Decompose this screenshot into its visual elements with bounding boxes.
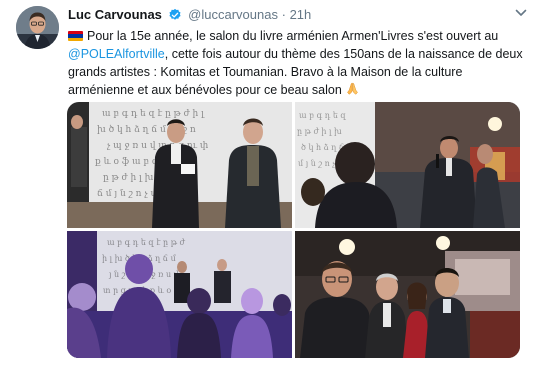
svg-text:ծ կ հ ձ ղ ճ: ծ կ հ ձ ղ ճ [301, 143, 344, 152]
verified-badge-icon [168, 8, 182, 27]
tweet[interactable]: Luc Carvounas @luccarvounas · 21h Pour l… [0, 0, 534, 370]
media-photo-4[interactable] [295, 231, 520, 358]
media-grid: ա բ գ դ ե զ է ը թ ժ ի լ խ ծ կ հ ձ ղ ճ մ … [67, 102, 520, 358]
chevron-down-icon[interactable] [514, 6, 528, 20]
tweet-timestamp[interactable]: 21h [290, 7, 312, 22]
media-photo-1[interactable]: ա բ գ դ ե զ է ը թ ժ ի լ խ ծ կ հ ձ ղ ճ մ … [67, 102, 292, 228]
media-photo-2[interactable]: ա բ գ դ ե զ ը թ ժ ի լ խ ծ կ հ ձ ղ ճ մ յ … [295, 102, 520, 228]
svg-text:ը թ ժ ի լ խ: ը թ ժ ի լ խ [297, 127, 342, 136]
user-handle[interactable]: @luccarvounas [188, 7, 278, 22]
tweet-text: Pour la 15e année, le salon du livre arm… [68, 27, 526, 101]
svg-text:ա բ գ դ ե զ է ը թ ժ: ա բ գ դ ե զ է ը թ ժ [107, 238, 186, 247]
header-separator: · [281, 7, 286, 22]
svg-text:ա բ գ դ ե զ: ա բ գ դ ե զ [299, 111, 346, 120]
svg-text:ա բ գ դ ե զ է ը թ ժ ի լ: ա բ գ դ ե զ է ը թ ժ ի լ [102, 109, 205, 119]
tweet-header: Luc Carvounas @luccarvounas · 21h [68, 6, 524, 24]
armenia-flag-emoji [68, 31, 83, 41]
folded-hands-emoji [345, 81, 360, 101]
svg-text:մ յ ն շ ո չ: մ յ ն շ ո չ [298, 159, 335, 168]
display-name[interactable]: Luc Carvounas [68, 7, 162, 22]
tweet-text-part1: Pour la 15e année, le salon du livre arm… [87, 29, 499, 43]
mention-link[interactable]: @POLEAlfortville [68, 47, 165, 61]
media-photo-3[interactable]: ա բ գ դ ե զ է ը թ ժ ի լ խ ծ կ հ ձ ղ ճ մ … [67, 231, 292, 358]
avatar[interactable] [16, 6, 59, 49]
